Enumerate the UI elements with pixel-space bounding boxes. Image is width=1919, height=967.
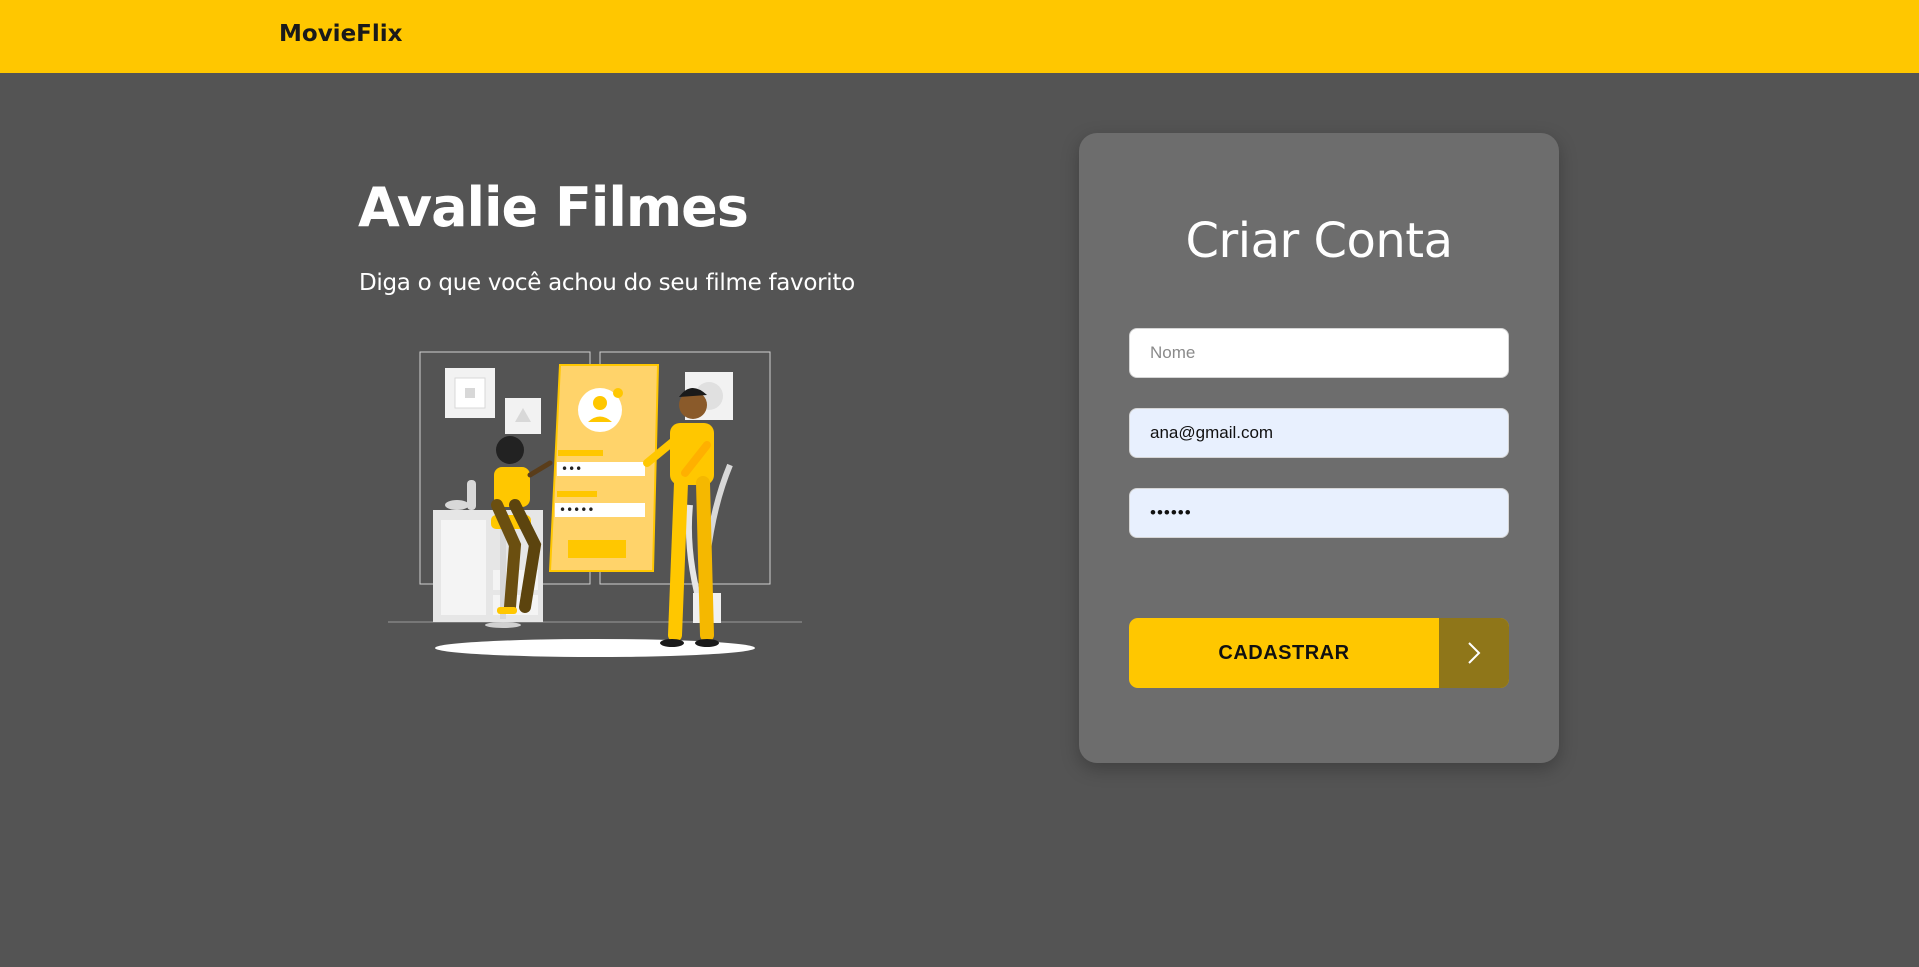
signup-submit-button[interactable]: CADASTRAR: [1129, 618, 1509, 688]
svg-text:•••: •••: [561, 462, 582, 476]
svg-text:•••••: •••••: [559, 503, 594, 517]
chevron-right-icon: [1439, 618, 1509, 688]
signup-card: Criar Conta CADASTRAR: [1079, 133, 1559, 763]
name-input[interactable]: [1129, 328, 1509, 378]
brand-logo[interactable]: MovieFlix: [279, 21, 402, 47]
hero-subtitle: Diga o que você achou do seu filme favor…: [359, 270, 855, 296]
top-bar: MovieFlix: [0, 0, 1919, 73]
signup-illustration: ••• •••••: [388, 351, 802, 657]
signup-title: Criar Conta: [1185, 213, 1453, 269]
submit-button-label: CADASTRAR: [1218, 642, 1350, 664]
hero-title: Avalie Filmes: [358, 176, 749, 239]
password-input[interactable]: [1129, 488, 1509, 538]
email-input[interactable]: [1129, 408, 1509, 458]
